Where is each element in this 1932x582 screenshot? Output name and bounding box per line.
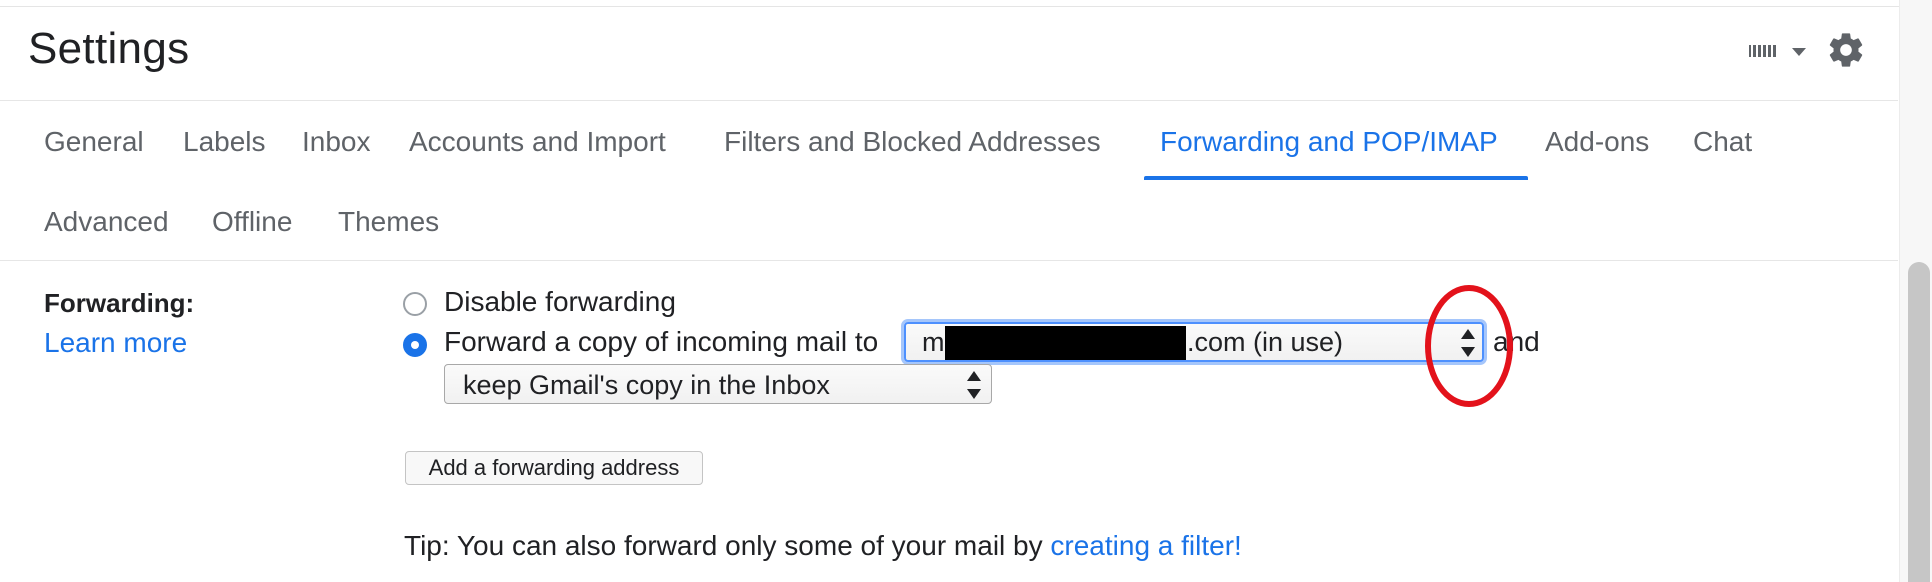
address-suffix: .com (in use) — [1187, 327, 1344, 357]
tab-chat[interactable]: Chat — [1693, 126, 1752, 158]
scrollbar-thumb[interactable] — [1908, 262, 1930, 582]
active-tab-indicator — [1144, 176, 1528, 180]
forwarding-label: Forwarding: — [44, 288, 195, 318]
address-prefix: m — [922, 327, 945, 357]
select-arrows-icon — [1461, 329, 1475, 357]
chevron-down-icon — [1792, 48, 1806, 56]
tab-labels[interactable]: Labels — [183, 126, 266, 158]
tab-themes[interactable]: Themes — [338, 206, 439, 238]
and-text: and — [1493, 326, 1540, 357]
tab-add-ons[interactable]: Add-ons — [1545, 126, 1649, 158]
tab-accounts-and-import[interactable]: Accounts and Import — [409, 126, 666, 158]
disable-forwarding-radio[interactable] — [403, 292, 427, 316]
top-divider — [0, 6, 1928, 7]
input-tools-menu[interactable] — [1746, 38, 1816, 66]
tab-forwarding-and-pop-imap[interactable]: Forwarding and POP/IMAP — [1160, 126, 1498, 158]
header-divider — [0, 100, 1898, 101]
tip-text: Tip: You can also forward only some of y… — [404, 530, 1242, 562]
action-select-value: keep Gmail's copy in the Inbox — [463, 370, 830, 400]
keyboard-icon — [1746, 42, 1780, 60]
select-arrows-icon — [967, 371, 981, 399]
forward-copy-label[interactable]: Forward a copy of incoming mail to — [444, 326, 878, 358]
page-title: Settings — [28, 24, 190, 73]
tab-general[interactable]: General — [44, 126, 144, 158]
add-forwarding-address-button[interactable]: Add a forwarding address — [405, 451, 703, 485]
creating-filter-link[interactable]: creating a filter! — [1050, 530, 1241, 561]
tip-message: Tip: You can also forward only some of y… — [404, 530, 1051, 561]
forwarded-mail-action-select[interactable]: keep Gmail's copy in the Inbox — [444, 364, 992, 404]
tab-advanced[interactable]: Advanced — [44, 206, 169, 238]
forward-copy-radio[interactable] — [403, 333, 427, 357]
redacted-address — [945, 326, 1186, 360]
tab-offline[interactable]: Offline — [212, 206, 292, 238]
gear-icon[interactable] — [1826, 30, 1866, 70]
learn-more-link[interactable]: Learn more — [44, 327, 187, 359]
tabs-divider — [0, 260, 1898, 261]
tab-filters-and-blocked-addresses[interactable]: Filters and Blocked Addresses — [724, 126, 1101, 158]
disable-forwarding-label[interactable]: Disable forwarding — [444, 286, 676, 318]
tab-inbox[interactable]: Inbox — [302, 126, 371, 158]
